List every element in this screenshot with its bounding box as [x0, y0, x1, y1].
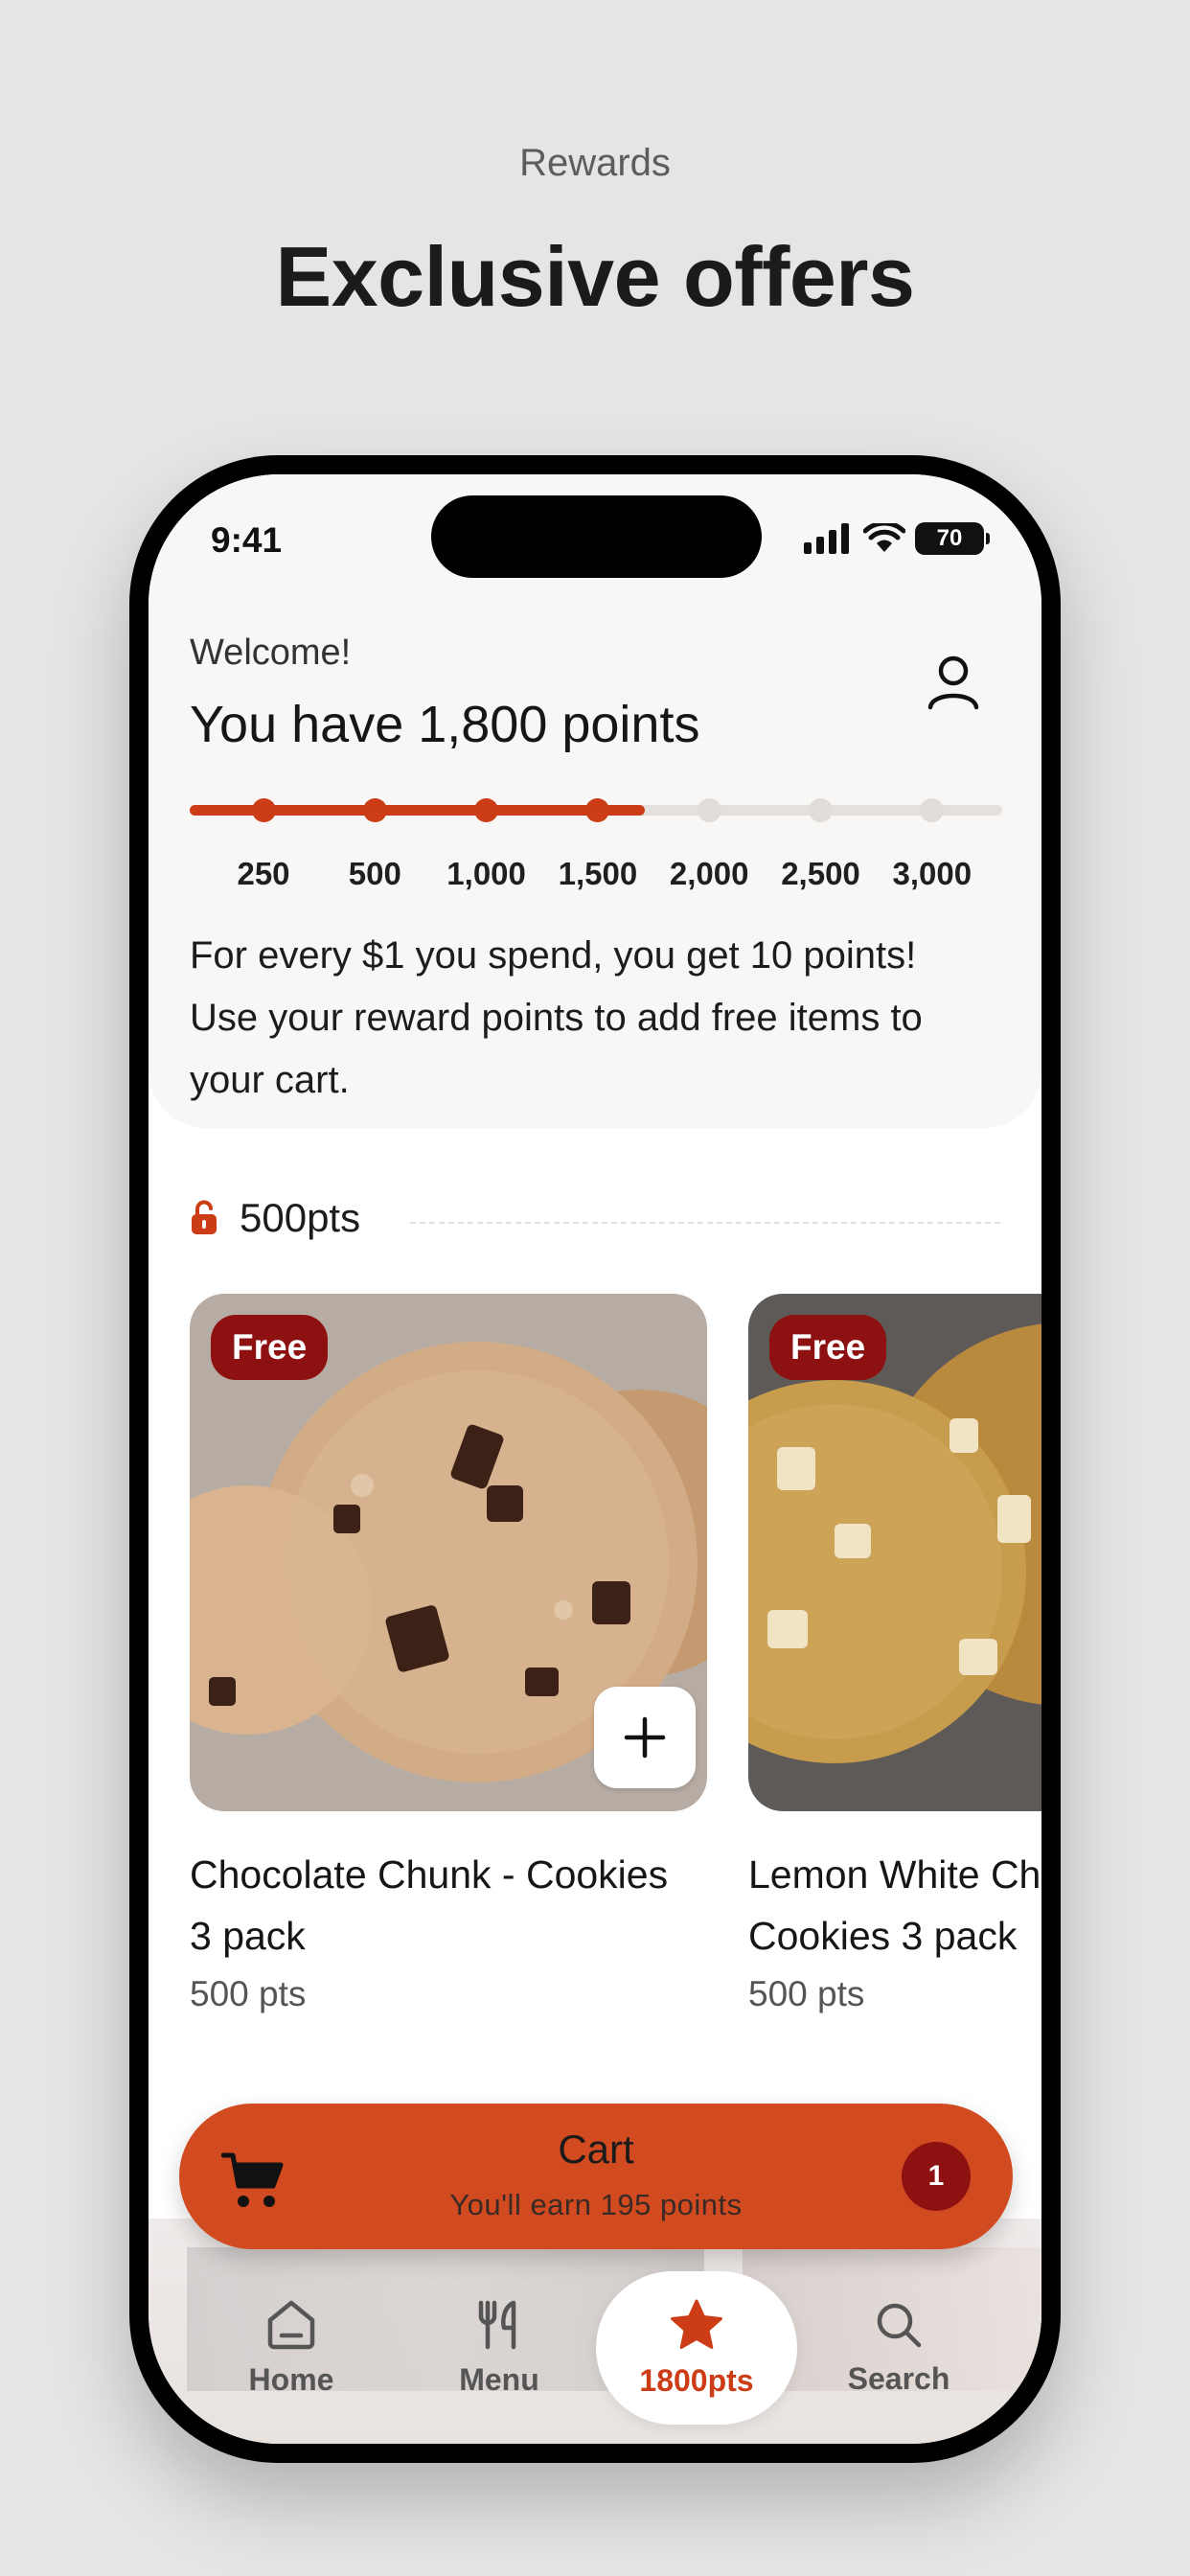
tab-label: Home	[248, 2361, 334, 2397]
tab-label: 1800pts	[639, 2362, 754, 2398]
utensils-icon	[478, 2300, 516, 2349]
product-card[interactable]: Free Lemon White Ch Cookies 3 pack 500 p…	[748, 1294, 1041, 2014]
tab-label: Menu	[459, 2361, 539, 2397]
free-badge: Free	[211, 1315, 329, 1380]
milestone-label: 2,000	[669, 856, 749, 891]
product-points: 500 pts	[748, 1974, 865, 2013]
product-points: 500 pts	[190, 1974, 307, 2013]
tab-menu[interactable]: Menu	[399, 2271, 600, 2425]
product-name-line1: Chocolate Chunk - Cookies	[190, 1852, 669, 1897]
tier-divider	[410, 1222, 1000, 1224]
home-icon	[267, 2300, 315, 2349]
milestone-dot	[697, 798, 721, 822]
product-name-line2: Cookies 3 pack	[748, 1914, 1018, 1958]
product-name: Lemon White Ch Cookies 3 pack	[748, 1844, 1041, 1966]
add-to-cart-button[interactable]	[594, 1687, 696, 1788]
milestone-dot	[474, 798, 499, 822]
milestone-label: 1,500	[558, 856, 638, 891]
milestone-dot	[251, 798, 276, 822]
milestone-dot	[809, 798, 833, 822]
profile-button[interactable]	[925, 652, 982, 713]
page-headline: Exclusive offers	[275, 229, 916, 324]
cart-title: Cart	[558, 2127, 634, 2172]
points-title: You have 1,800 points	[190, 696, 700, 753]
product-name-line1: Lemon White Ch	[748, 1852, 1041, 1897]
cart-count-badge: 1	[902, 2142, 971, 2211]
product-name: Chocolate Chunk - Cookies 3 pack	[190, 1844, 707, 1966]
product-card[interactable]: Free Chocolate Chunk - Cookies 3 pack 50…	[190, 1294, 707, 2014]
free-badge: Free	[769, 1315, 887, 1380]
milestone-label: 1,000	[446, 856, 526, 891]
unlock-icon	[192, 1200, 217, 1234]
plus-icon	[624, 1716, 666, 1759]
points-progress-track	[190, 798, 1002, 822]
phone-screen: 9:41 70 Welcome! You have 1,800 points 2…	[149, 474, 1041, 2444]
tab-search[interactable]: Search	[798, 2271, 999, 2425]
milestone-label: 2,500	[781, 856, 860, 891]
milestone-label: 3,000	[892, 856, 973, 891]
tab-label: Search	[847, 2360, 950, 2396]
wifi-icon	[863, 523, 905, 552]
product-image-lemon-white-chocolate: Free	[748, 1294, 1041, 1811]
milestone-label: 250	[237, 856, 290, 891]
tab-bar: Home Menu 1800pts Search	[149, 2271, 1041, 2425]
tier-header: 500pts	[190, 1195, 360, 1241]
phone-frame: 9:41 70 Welcome! You have 1,800 points 2…	[129, 455, 1061, 2463]
status-time: 9:41	[211, 520, 283, 560]
search-icon	[877, 2303, 922, 2347]
rewards-info-text: For every $1 you spend, you get 10 point…	[190, 934, 923, 1101]
battery-indicator: 70	[915, 522, 990, 555]
tab-rewards[interactable]: 1800pts	[596, 2271, 797, 2425]
product-image-chocolate-chunk: Free	[190, 1294, 707, 1811]
milestone-label: 500	[348, 856, 401, 891]
tier-label: 500pts	[240, 1195, 361, 1240]
cart-button[interactable]: Cart You'll earn 195 points 1	[179, 2104, 1013, 2249]
cart-earn-text: You'll earn 195 points	[449, 2188, 743, 2221]
welcome-text: Welcome!	[190, 632, 352, 673]
milestone-dot	[362, 798, 387, 822]
product-name-line2: 3 pack	[190, 1914, 306, 1958]
star-icon	[671, 2299, 722, 2349]
tab-home[interactable]: Home	[191, 2271, 392, 2425]
page-kicker: Rewards	[519, 142, 671, 184]
dynamic-island	[431, 495, 762, 578]
status-icons: 70	[804, 522, 990, 555]
user-icon	[927, 656, 979, 710]
signal-icon	[804, 523, 849, 554]
